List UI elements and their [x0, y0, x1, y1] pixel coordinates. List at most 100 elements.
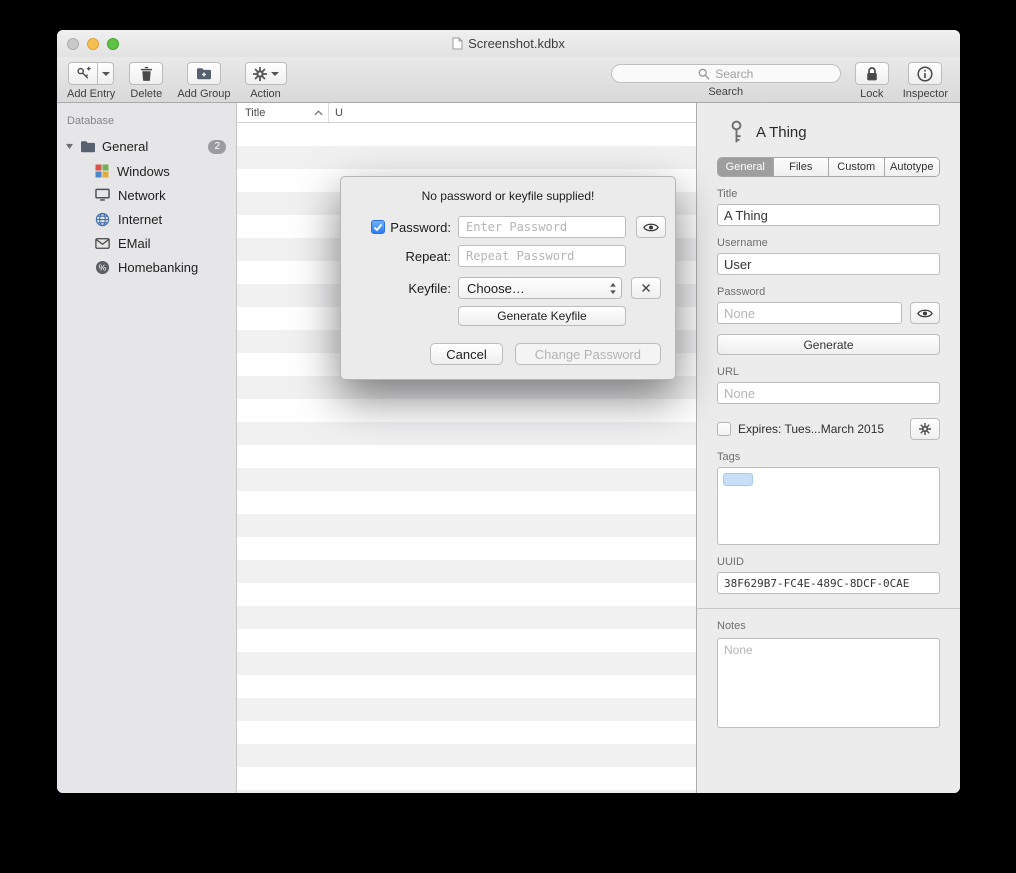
minimize-button[interactable]	[87, 38, 99, 50]
repeat-row: Repeat:	[355, 245, 661, 267]
sidebar-item-network[interactable]: Network	[57, 183, 236, 207]
expires-settings-button[interactable]	[910, 418, 940, 440]
uuid-field[interactable]	[717, 572, 940, 594]
password-field[interactable]	[717, 302, 902, 324]
keyfile-popup[interactable]: Choose…	[458, 277, 622, 299]
gear-icon	[919, 423, 931, 435]
generate-password-button[interactable]: Generate	[717, 334, 940, 355]
action-label: Action	[250, 88, 281, 100]
eye-icon	[917, 308, 933, 319]
sidebar-item-internet[interactable]: Internet	[57, 207, 236, 231]
tab-autotype[interactable]: Autotype	[884, 158, 940, 176]
clear-keyfile-button[interactable]	[631, 277, 661, 299]
add-entry-dropdown-button[interactable]	[98, 62, 114, 85]
add-entry-main-button[interactable]	[68, 62, 98, 85]
sidebar-item-general[interactable]: General 2	[57, 134, 236, 159]
notes-field[interactable]	[717, 638, 940, 728]
folder-icon	[80, 140, 96, 153]
password-field-label: Password	[717, 286, 940, 298]
change-password-dialog: No password or keyfile supplied! Passwor…	[340, 176, 676, 380]
toolbar: Add Entry Delete Add Group Action	[57, 57, 960, 103]
chevron-down-icon	[102, 72, 110, 76]
group-label: Internet	[118, 212, 162, 227]
key-plus-icon	[76, 66, 91, 81]
folder-plus-icon	[196, 67, 212, 80]
column-header-username[interactable]: U	[329, 107, 343, 119]
dialog-message: No password or keyfile supplied!	[355, 189, 661, 203]
main-area: Database General 2 Windows Network Inter…	[57, 103, 960, 793]
traffic-lights	[67, 38, 119, 50]
delete-button[interactable]	[129, 62, 163, 85]
inspector-button[interactable]	[908, 62, 942, 85]
expires-row: Expires: Tues...March 2015	[717, 418, 940, 440]
add-group-button[interactable]	[187, 62, 221, 85]
sidebar-header: Database	[57, 113, 236, 134]
generate-keyfile-button[interactable]: Generate Keyfile	[458, 306, 626, 326]
sidebar-item-homebanking[interactable]: % Homebanking	[57, 255, 236, 279]
sidebar-item-windows[interactable]: Windows	[57, 159, 236, 183]
action-button[interactable]	[245, 62, 287, 85]
tags-box[interactable]	[717, 467, 940, 545]
entry-title: A Thing	[756, 124, 807, 141]
column-username-label: U	[335, 107, 343, 119]
tag-chip[interactable]	[723, 473, 753, 486]
title-field[interactable]	[717, 204, 940, 226]
zoom-button[interactable]	[107, 38, 119, 50]
inspector-tool: Inspector	[903, 62, 948, 100]
stepper-icon	[609, 282, 617, 295]
password-checkbox[interactable]	[371, 220, 385, 234]
lock-button[interactable]	[855, 62, 889, 85]
username-field[interactable]	[717, 253, 940, 275]
window-title: Screenshot.kdbx	[452, 36, 565, 51]
tab-general[interactable]: General	[718, 158, 773, 176]
lock-tool: Lock	[855, 62, 889, 100]
disclosure-triangle-icon[interactable]	[65, 143, 74, 150]
url-field[interactable]	[717, 382, 940, 404]
delete-label: Delete	[130, 88, 162, 100]
expires-label: Expires: Tues...March 2015	[738, 422, 884, 436]
search-placeholder: Search	[715, 67, 753, 81]
sort-ascending-icon	[314, 110, 323, 116]
reveal-password-button[interactable]	[636, 216, 666, 238]
search-input[interactable]: Search	[611, 64, 841, 83]
keyfile-selected-value: Choose…	[467, 281, 525, 296]
change-password-button[interactable]: Change Password	[515, 343, 661, 365]
lock-label: Lock	[860, 88, 883, 100]
windows-icon	[95, 164, 109, 178]
notes-label: Notes	[717, 620, 940, 632]
entry-list-header: Title U	[237, 103, 696, 123]
group-label: Homebanking	[118, 260, 198, 275]
percent-coin-icon: %	[95, 260, 110, 275]
delete-tool: Delete	[129, 62, 163, 100]
sidebar-item-email[interactable]: EMail	[57, 231, 236, 255]
column-title-label: Title	[245, 107, 265, 119]
action-tool: Action	[245, 62, 287, 100]
password-row: Password:	[355, 216, 661, 238]
window-title-text: Screenshot.kdbx	[468, 36, 565, 51]
eye-icon	[643, 222, 659, 233]
globe-icon	[95, 212, 110, 227]
close-button[interactable]	[67, 38, 79, 50]
reveal-password-button[interactable]	[910, 302, 940, 324]
title-field-label: Title	[717, 188, 940, 200]
trash-icon	[140, 66, 153, 81]
dialog-buttons: Cancel Change Password	[355, 343, 661, 365]
cancel-button[interactable]: Cancel	[430, 343, 502, 365]
gear-icon	[253, 67, 267, 81]
password-input[interactable]	[458, 216, 626, 238]
password-label: Password:	[390, 220, 451, 235]
group-label: General	[102, 139, 148, 154]
keyfile-label: Keyfile:	[408, 281, 451, 296]
add-group-tool: Add Group	[177, 62, 230, 100]
tab-custom[interactable]: Custom	[828, 158, 884, 176]
tab-files[interactable]: Files	[773, 158, 829, 176]
add-entry-tool: Add Entry	[67, 62, 115, 100]
search-icon	[698, 68, 710, 80]
repeat-password-input[interactable]	[458, 245, 626, 267]
keyfile-row: Keyfile: Choose…	[355, 277, 661, 299]
column-header-title[interactable]: Title	[237, 103, 329, 122]
expires-checkbox[interactable]	[717, 422, 731, 436]
inspector-header: A Thing	[717, 115, 940, 157]
add-entry-button[interactable]	[68, 62, 114, 85]
info-icon	[917, 66, 933, 82]
